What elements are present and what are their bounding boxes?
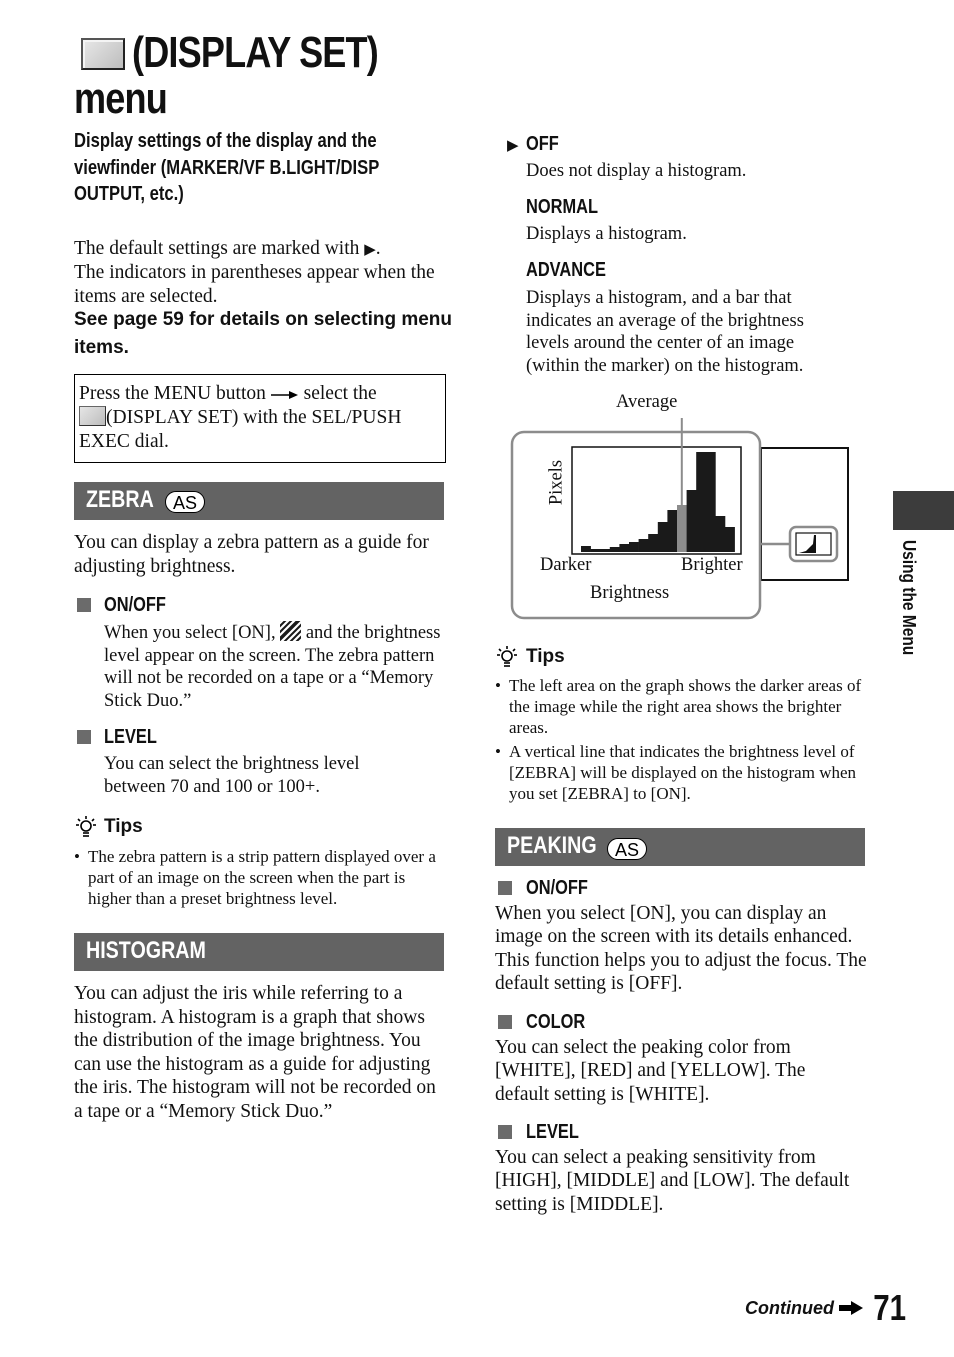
chapter-label-text: Using the Menu: [899, 540, 919, 656]
option-off-text: Does not display a histogram.: [526, 161, 747, 181]
tip-item: A vertical line that indicates the brigh…: [495, 741, 867, 804]
section-header-histogram: HISTOGRAM: [74, 933, 444, 971]
arrow-right-icon: [270, 390, 298, 399]
section-title-zebra: ZEBRA: [86, 486, 154, 513]
continued-text: Continued: [745, 1298, 834, 1318]
histogram-diagram: [510, 418, 849, 620]
intro-line1: The default settings are marked with: [74, 238, 360, 259]
intro-text: The default settings are marked with ▶. …: [74, 237, 454, 309]
page-subtitle: Display settings of the display and the …: [74, 130, 379, 205]
square-bullet-icon: [498, 881, 512, 895]
peaking-onoff-heading: ON/OFF: [526, 877, 588, 899]
default-marker-icon: ▶: [507, 136, 519, 154]
see-page-link[interactable]: See page 59 for details on selecting men…: [74, 306, 454, 362]
square-bullet-icon: [77, 730, 91, 744]
histogram-bar: [667, 510, 678, 552]
peaking-level-text: You can select a peaking sensitivity fro…: [495, 1147, 850, 1215]
tips-lightbulb-icon: [497, 646, 517, 667]
page-title: (DISPLAY SET): [132, 28, 379, 77]
display-set-icon: [81, 38, 125, 70]
y-axis-label: Pixels: [546, 459, 567, 506]
page-number: 71: [873, 1287, 906, 1328]
option-advance-text: Displays a histogram, and a bar that ind…: [526, 288, 804, 376]
histogram-bar: [696, 452, 707, 552]
default-marker-icon: ▶: [364, 240, 376, 258]
menu-instruction-box: Press the MENU button select the (DISPLA…: [74, 374, 446, 463]
option-off-heading: OFF: [526, 133, 559, 155]
menu-instruction-part2: select the: [303, 383, 377, 404]
x-tick-darker: Darker: [540, 555, 592, 575]
chapter-tab: [893, 491, 954, 530]
peaking-onoff-text: When you select [ON], you can display an…: [495, 903, 867, 994]
option-advance-heading: ADVANCE: [526, 259, 606, 281]
histogram-bar: [590, 549, 601, 552]
histogram-description: You can adjust the iris while referring …: [74, 983, 436, 1122]
histogram-bar: [686, 490, 697, 552]
tip-item: The zebra pattern is a strip pattern dis…: [74, 846, 444, 909]
option-normal-heading: NORMAL: [526, 196, 598, 218]
x-axis-label: Brightness: [590, 583, 670, 603]
peaking-color-heading: COLOR: [526, 1011, 586, 1033]
histogram-bar: [619, 544, 630, 552]
histogram-bar: [600, 549, 611, 552]
as-badge: AS: [607, 838, 647, 860]
histogram-bar: [648, 534, 659, 552]
zebra-description: You can display a zebra pattern as a gui…: [74, 532, 429, 577]
histogram-tips-list: The left area on the graph shows the dar…: [495, 675, 867, 804]
zebra-pattern-icon: [280, 621, 302, 641]
tip-item: The left area on the graph shows the dar…: [495, 675, 867, 738]
square-bullet-icon: [498, 1125, 512, 1139]
section-title-peaking: PEAKING: [507, 832, 597, 859]
histogram-bar: [629, 542, 639, 552]
as-badge: AS: [165, 491, 205, 513]
histogram-bar: [638, 539, 649, 552]
average-bar: [677, 505, 687, 552]
menu-instruction-part1: Press the MENU button: [79, 383, 266, 404]
tips-heading: Tips: [526, 646, 565, 667]
peaking-level-heading: LEVEL: [526, 1121, 579, 1143]
tips-lightbulb-icon: [76, 816, 96, 837]
zebra-onoff-text: When you select [ON], and the brightness…: [104, 621, 449, 712]
continued-label: Continued: [745, 1298, 863, 1319]
histogram-bar: [715, 516, 726, 552]
zebra-tips-list: The zebra pattern is a strip pattern dis…: [74, 846, 444, 909]
section-header-zebra: ZEBRA AS: [74, 482, 444, 520]
zebra-onoff-text-start: When you select [ON],: [104, 623, 276, 643]
menu-instruction-part3: (DISPLAY SET) with the SEL/PUSH EXEC dia…: [79, 407, 402, 452]
square-bullet-icon: [498, 1015, 512, 1029]
histogram-bar: [725, 527, 735, 552]
histogram-bar: [705, 452, 716, 552]
zebra-onoff-heading: ON/OFF: [104, 594, 166, 616]
arrow-right-icon: [839, 1301, 863, 1315]
peaking-color-text: You can select the peaking color from [W…: [495, 1037, 806, 1105]
display-set-icon: [79, 406, 106, 426]
intro-punct: .: [375, 238, 381, 259]
histogram-bar: [581, 546, 591, 552]
page-title-menu: menu: [74, 74, 168, 123]
zebra-level-text: You can select the brightness level betw…: [104, 754, 360, 797]
chapter-label: Using the Menu: [898, 540, 919, 680]
histogram-bar: [609, 547, 620, 552]
intro-line2: The indicators in parentheses appear whe…: [74, 262, 435, 307]
tips-heading: Tips: [104, 816, 143, 837]
section-header-peaking: PEAKING AS: [495, 828, 865, 866]
zebra-level-heading: LEVEL: [104, 726, 157, 748]
x-tick-brighter: Brighter: [681, 555, 743, 575]
histogram-bar: [657, 522, 668, 552]
option-normal-text: Displays a histogram.: [526, 224, 687, 244]
section-title-histogram: HISTOGRAM: [86, 937, 206, 964]
square-bullet-icon: [77, 598, 91, 612]
